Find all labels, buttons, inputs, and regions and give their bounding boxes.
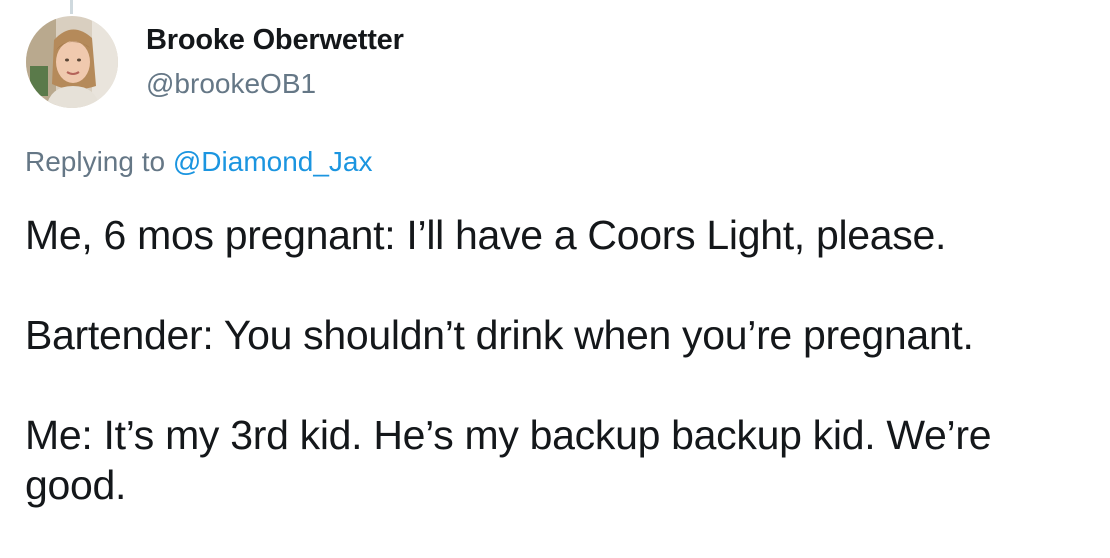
replying-to-label: Replying to	[25, 146, 173, 177]
reply-mention-link[interactable]: @Diamond_Jax	[173, 146, 373, 177]
author-handle[interactable]: @brookeOB1	[146, 68, 316, 100]
tweet-paragraph: Bartender: You shouldn’t drink when you’…	[25, 312, 974, 358]
thread-connector-line	[70, 0, 73, 14]
tweet-card: Brooke Oberwetter @brookeOB1 Replying to…	[0, 0, 1110, 558]
author-display-name[interactable]: Brooke Oberwetter	[146, 24, 404, 57]
tweet-text: Me, 6 mos pregnant: I’ll have a Coors Li…	[25, 210, 1095, 510]
avatar[interactable]	[26, 16, 118, 108]
replying-to-line: Replying to @Diamond_Jax	[25, 146, 373, 178]
avatar-photo	[26, 16, 118, 108]
tweet-paragraph: Me, 6 mos pregnant: I’ll have a Coors Li…	[25, 212, 947, 258]
tweet-paragraph: Me: It’s my 3rd kid. He’s my backup back…	[25, 412, 992, 508]
